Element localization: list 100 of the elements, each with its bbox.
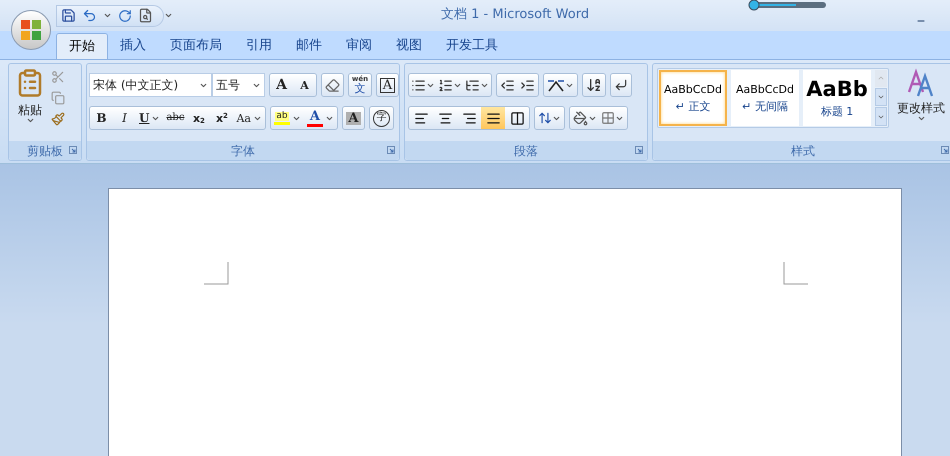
sort-icon <box>586 77 602 93</box>
ribbon-tab[interactable]: 开始 <box>56 33 108 59</box>
style-preview[interactable]: AaBb 标题 1 <box>803 70 871 126</box>
ribbon-tab[interactable]: 视图 <box>384 33 434 59</box>
script-glyph: x$_{2}$ <box>192 112 205 124</box>
bullet-list-icon <box>411 78 426 92</box>
group-label: 样式 <box>791 144 815 156</box>
style-preview[interactable]: AaBbCcDd ↵ 正文 <box>659 70 727 126</box>
caret-icon <box>916 114 926 123</box>
dialog-launcher-icon[interactable] <box>387 146 395 154</box>
dialog-launcher-icon[interactable] <box>635 146 643 154</box>
character-shading-glyph: A <box>346 112 360 124</box>
borders-icon <box>601 111 615 125</box>
ribbon-tab[interactable]: 页面布局 <box>158 33 234 59</box>
font-format-button[interactable]: I <box>113 107 136 129</box>
line-spacing-icon <box>538 111 552 125</box>
font-format-button[interactable]: A <box>270 74 293 96</box>
group-label: 剪贴板 <box>27 144 63 156</box>
shading-button[interactable] <box>573 110 597 126</box>
bold-glyph: B <box>96 112 107 124</box>
ribbon-tab[interactable]: 引用 <box>234 33 284 59</box>
font-format-button[interactable]: x$^{2}$ <box>210 107 234 129</box>
change-styles-label: 更改样式 <box>897 102 945 114</box>
margin-corner-mark <box>204 262 229 285</box>
change-styles-button[interactable]: 更改样式 <box>893 68 949 141</box>
font-size-field[interactable]: 五号 <box>212 73 265 97</box>
highlight-glyph: ab <box>275 112 289 120</box>
redo-icon[interactable] <box>118 8 132 22</box>
font-format-button[interactable]: B <box>90 107 113 129</box>
print-preview-icon[interactable] <box>138 8 153 23</box>
ribbon-tab[interactable]: 邮件 <box>284 33 334 59</box>
grow-font-glyph: A <box>276 78 287 92</box>
ribbon-tab[interactable]: 插入 <box>108 33 158 59</box>
numbered-list-icon <box>438 78 453 92</box>
eraser-icon <box>325 78 340 92</box>
style-sample-text: AaBb <box>806 79 868 100</box>
group-label: 段落 <box>514 144 538 156</box>
align-left-icon <box>414 110 428 126</box>
save-icon[interactable] <box>61 8 76 23</box>
increase-indent-icon[interactable] <box>520 78 535 92</box>
down-icon <box>877 93 885 101</box>
letters-icon <box>906 68 936 98</box>
style-preview[interactable]: AaBbCcDd ↵ 无间隔 <box>731 70 799 126</box>
script-glyph: x$^{2}$ <box>216 112 228 124</box>
font-format-button[interactable]: ab <box>270 107 304 129</box>
align-center-icon <box>438 110 452 126</box>
style-sample-text: AaBbCcDd <box>664 84 722 95</box>
multilevel-list-icon <box>465 78 480 92</box>
underline-glyph: U <box>139 112 150 124</box>
paragraph-mark-icon <box>614 78 628 92</box>
paste-button[interactable]: 粘贴 <box>13 68 47 141</box>
font-format-button[interactable]: abc <box>163 107 188 129</box>
ribbon-tab[interactable]: 审阅 <box>334 33 384 59</box>
list-button[interactable] <box>465 78 489 92</box>
font-name-field[interactable]: 宋体 (中文正文) <box>89 73 212 97</box>
list-button[interactable] <box>438 78 462 92</box>
change-case-glyph: Aa <box>236 112 251 124</box>
italic-glyph: I <box>122 112 127 124</box>
ribbon-tab[interactable]: 开发工具 <box>434 33 510 59</box>
style-name: ↵ 无间隔 <box>742 101 788 112</box>
dialog-launcher-icon[interactable] <box>69 146 77 154</box>
paste-label: 粘贴 <box>18 104 42 116</box>
phonetic-glyph: 文 <box>354 83 366 94</box>
font-format-button[interactable]: U <box>136 107 164 129</box>
style-name: ↵ 正文 <box>676 101 710 112</box>
align-right-icon <box>462 110 476 126</box>
character-border-glyph: A <box>380 78 396 92</box>
font-format-button[interactable]: x$_{2}$ <box>187 107 210 129</box>
caret-icon <box>103 11 112 20</box>
show-marks-button[interactable] <box>610 73 632 97</box>
paint-bucket-icon <box>573 110 588 126</box>
list-button[interactable] <box>411 78 435 92</box>
font-format-button[interactable]: 字 <box>368 106 394 130</box>
sort-button[interactable] <box>582 73 606 97</box>
undo-icon[interactable] <box>82 8 97 23</box>
font-format-button[interactable]: A <box>293 74 316 96</box>
style-sample-text: AaBbCcDd <box>736 84 794 95</box>
group-label: 字体 <box>231 144 255 156</box>
asian-layout-button[interactable] <box>543 73 578 97</box>
dialog-launcher-icon[interactable] <box>941 146 949 154</box>
font-format-button[interactable]: A <box>304 107 337 129</box>
customize-toolbar-icon <box>164 11 173 20</box>
line-spacing-button[interactable] <box>534 106 565 130</box>
margin-corner-mark <box>783 262 808 285</box>
enclosed-character-glyph: 字 <box>372 110 390 126</box>
format-painter-icon[interactable] <box>51 112 65 126</box>
font-format-button[interactable]: A <box>342 106 365 130</box>
font-format-button[interactable]: Aa <box>233 107 265 129</box>
borders-button[interactable] <box>601 111 624 125</box>
font-color-glyph: A <box>310 110 320 122</box>
slider-knob-icon <box>748 0 828 11</box>
justify-icon <box>486 110 500 126</box>
caret-icon <box>26 116 34 125</box>
decrease-indent-icon[interactable] <box>500 78 515 92</box>
asian-layout-icon <box>547 78 565 92</box>
strikethrough-glyph: abc <box>166 113 184 123</box>
style-name: 标题 1 <box>820 106 854 117</box>
font-format-button[interactable]: A <box>376 73 400 97</box>
alignment-button[interactable] <box>481 107 505 129</box>
font-format-button[interactable] <box>321 73 344 97</box>
